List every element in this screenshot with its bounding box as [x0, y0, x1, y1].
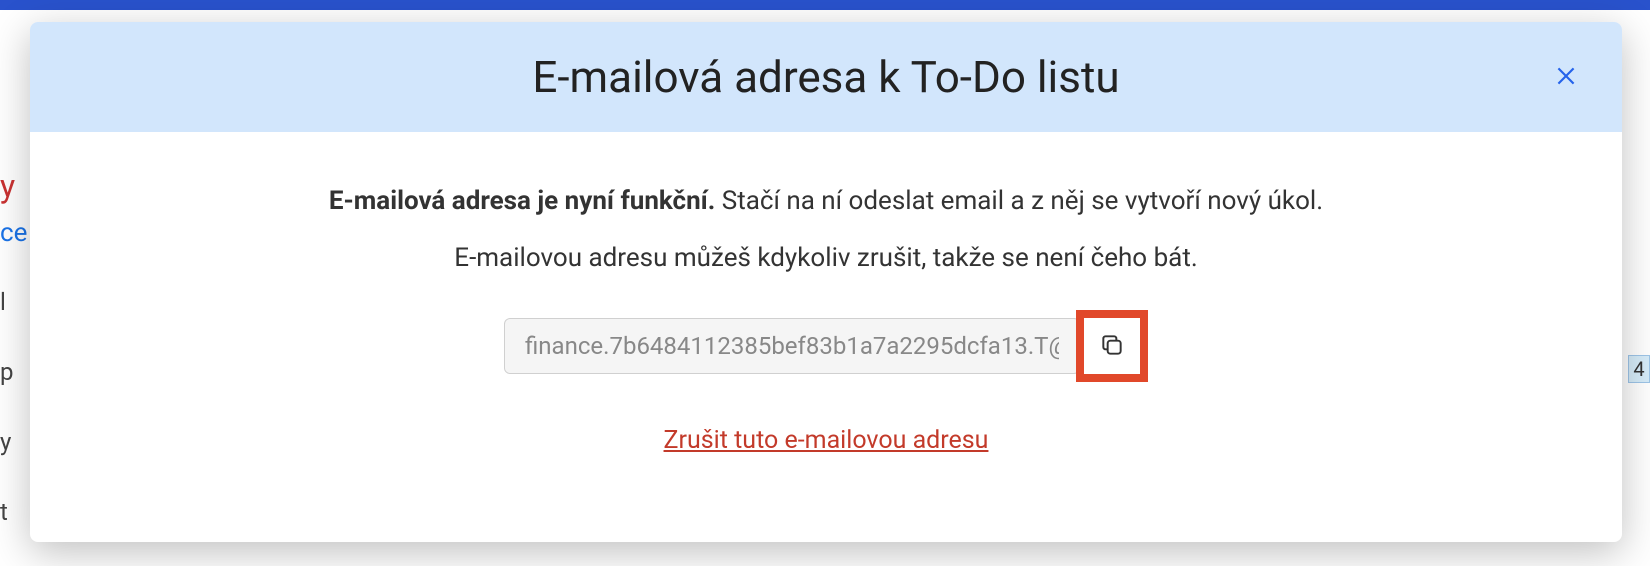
cancel-email-link[interactable]: Zrušit tuto e-mailovou adresu	[664, 426, 989, 455]
email-address-field[interactable]	[504, 318, 1080, 374]
modal-description-2: E-mailovou adresu můžeš kdykoliv zrušit,…	[110, 239, 1542, 278]
copy-icon	[1099, 332, 1125, 361]
modal-description-bold: E-mailová adresa je nyní funkční.	[329, 186, 715, 216]
bg-fragment: t	[0, 500, 8, 524]
bg-fragment: l	[0, 290, 6, 314]
bg-fragment: p	[0, 360, 13, 384]
copy-highlight-box	[1076, 310, 1148, 382]
close-icon	[1553, 63, 1579, 92]
modal-title: E-mailová adresa k To-Do listu	[532, 51, 1119, 103]
modal-header: E-mailová adresa k To-Do listu	[30, 22, 1622, 132]
modal-description-rest: Stačí na ní odeslat email a z něj se vyt…	[715, 186, 1323, 216]
email-row	[110, 318, 1542, 382]
bg-fragment: ce	[0, 220, 27, 246]
bg-fragment: y	[0, 430, 11, 454]
close-button[interactable]	[1550, 61, 1582, 93]
bg-cell: 4	[1628, 355, 1650, 383]
copy-button[interactable]	[1084, 318, 1140, 374]
bg-fragment: y	[0, 170, 15, 202]
modal-description-1: E-mailová adresa je nyní funkční. Stačí …	[110, 182, 1542, 221]
app-top-bar	[0, 0, 1650, 10]
modal-body: E-mailová adresa je nyní funkční. Stačí …	[30, 132, 1622, 495]
email-modal: E-mailová adresa k To-Do listu E-mailová…	[30, 22, 1622, 542]
